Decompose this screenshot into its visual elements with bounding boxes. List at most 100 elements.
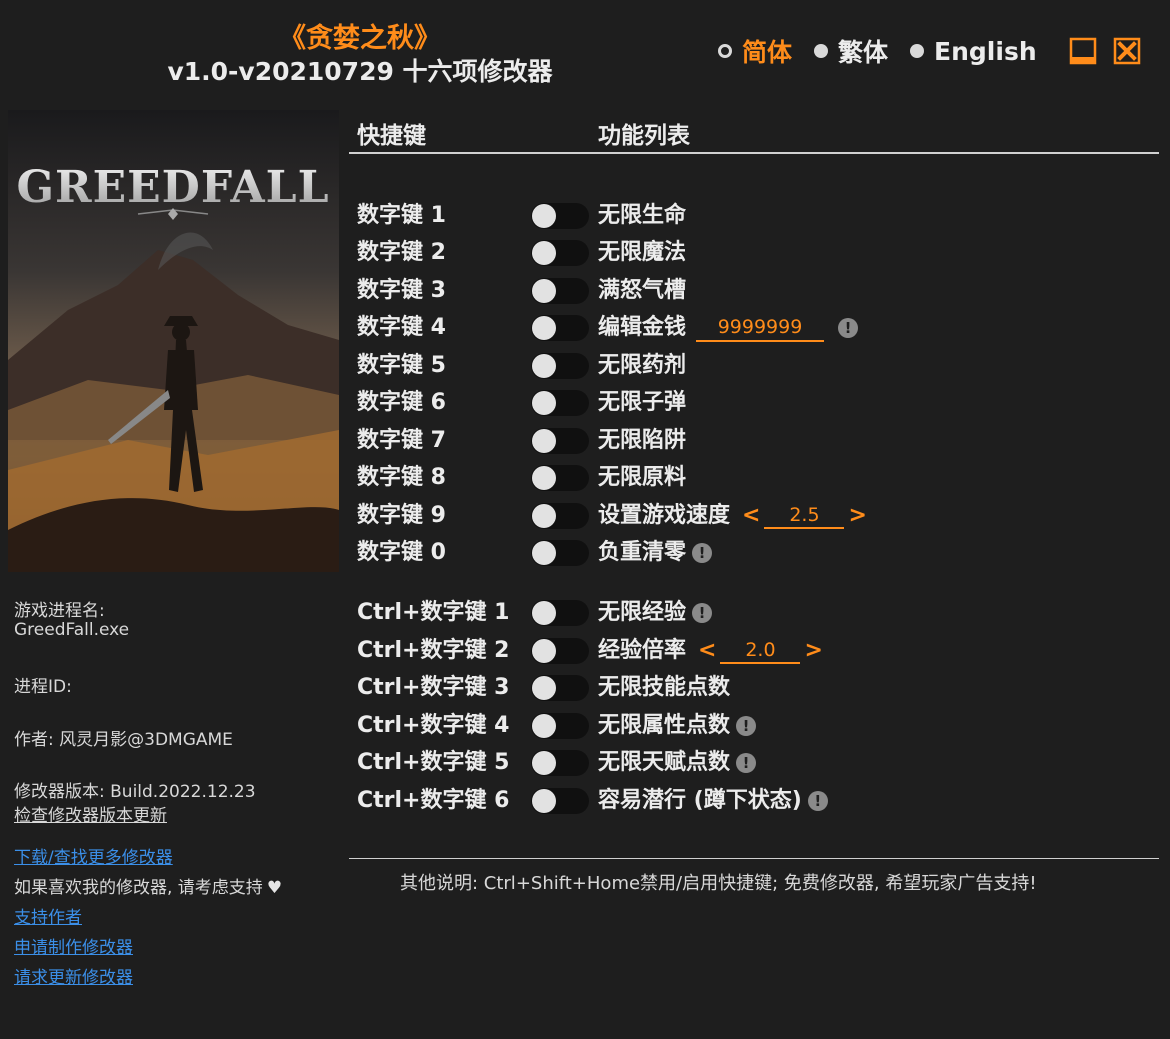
radio-icon (910, 44, 925, 58)
cheat-row: 数字键 2 无限魔法 (357, 237, 1157, 269)
cheat-toggle[interactable] (531, 278, 589, 304)
download-more-link[interactable]: 下载/查找更多修改器 (14, 843, 173, 868)
cheat-function: 无限魔法 (598, 237, 686, 269)
hotkey-label: 数字键 7 (357, 428, 446, 453)
request-trainer-link[interactable]: 申请制作修改器 (14, 933, 133, 958)
hotkey-label: 数字键 1 (357, 203, 446, 228)
toggle-knob (532, 316, 556, 340)
check-update-link[interactable]: 检查修改器版本更新 (14, 801, 167, 826)
cheat-toggle[interactable] (531, 240, 589, 266)
process-name-label: 游戏进程名: (14, 601, 105, 621)
decrease-arrow-icon[interactable]: < (738, 500, 764, 532)
info-icon[interactable]: ! (692, 603, 713, 623)
info-icon[interactable]: ! (807, 791, 828, 811)
cheat-function: 无限子弹 (598, 387, 686, 419)
game-cover-image: GREEDFALL (8, 110, 339, 572)
decrease-arrow-icon[interactable]: < (694, 635, 720, 667)
toggle-knob (532, 354, 556, 378)
stepper-value[interactable]: 2.5 (764, 503, 845, 529)
cheat-function: 经验倍率 <2.0 > (598, 635, 827, 667)
hotkey-label: 数字键 0 (357, 540, 446, 565)
money-input[interactable] (696, 314, 825, 342)
toggle-knob (532, 241, 556, 265)
info-icon[interactable]: ! (736, 716, 757, 736)
function-label: 经验倍率 (598, 638, 687, 663)
cheat-toggle[interactable] (531, 428, 589, 454)
function-label: 无限属性点数 (598, 713, 731, 738)
cheat-toggle[interactable] (531, 750, 589, 776)
cheat-toggle[interactable] (531, 675, 589, 701)
cheat-function: 无限经验! (598, 597, 713, 629)
cheat-toggle[interactable] (531, 600, 589, 626)
hotkey-label: 数字键 3 (357, 278, 446, 303)
cheat-toggle[interactable] (531, 713, 589, 739)
info-icon[interactable]: ! (736, 753, 757, 773)
heart-icon: ♥ (266, 878, 283, 898)
cheat-function: 负重清零! (598, 537, 713, 569)
cheat-toggle[interactable] (531, 788, 589, 814)
cheat-toggle[interactable] (531, 465, 589, 491)
cheat-function: 满怒气槽 (598, 275, 686, 307)
cheat-toggle[interactable] (531, 540, 589, 566)
hotkey-column-header: 快捷键 (357, 123, 426, 149)
lang-simplified[interactable]: 简体 (718, 33, 792, 69)
toggle-knob (532, 676, 556, 700)
cheat-row: Ctrl+数字键 4 无限属性点数! (357, 710, 1157, 742)
cover-logo: GREEDFALL (16, 162, 329, 213)
cheat-row: 数字键 4 编辑金钱! (357, 312, 1157, 344)
toggle-knob (532, 466, 556, 490)
cheat-toggle[interactable] (531, 503, 589, 529)
lang-label: 繁体 (838, 38, 889, 67)
game-title: 《贪婪之秋》 (279, 23, 441, 54)
hotkey-label: 数字键 8 (357, 465, 446, 490)
lang-traditional[interactable]: 繁体 (814, 33, 888, 69)
toggle-knob (532, 279, 556, 303)
header-divider (349, 152, 1159, 154)
toggle-knob (532, 541, 556, 565)
title-block: 《贪婪之秋》 v1.0-v20210729 十六项修改器 (150, 22, 570, 88)
cheat-toggle[interactable] (531, 390, 589, 416)
toggle-knob (532, 789, 556, 813)
cheat-function: 无限生命 (598, 200, 686, 232)
footer-note: 其他说明: Ctrl+Shift+Home禁用/启用快捷键; 免费修改器, 希望… (400, 873, 1037, 894)
close-button[interactable] (1112, 36, 1142, 66)
cheat-toggle[interactable] (531, 315, 589, 341)
info-icon[interactable]: ! (692, 543, 713, 563)
hotkey-label: 数字键 5 (357, 353, 446, 378)
cover-art: GREEDFALL (8, 110, 339, 572)
toggle-knob (532, 504, 556, 528)
function-label: 无限原料 (598, 465, 687, 490)
increase-arrow-icon[interactable]: > (844, 500, 870, 532)
process-name-value: GreedFall.exe (14, 620, 130, 640)
hotkey-label: 数字键 9 (357, 503, 446, 528)
toggle-knob (532, 751, 556, 775)
toggle-knob (532, 639, 556, 663)
close-icon (1113, 37, 1141, 65)
cheat-row: 数字键 9 设置游戏速度 <2.5 > (357, 500, 1157, 532)
increase-arrow-icon[interactable]: > (800, 635, 826, 667)
hotkey-label: Ctrl+数字键 4 (357, 713, 510, 738)
cheat-row: Ctrl+数字键 3 无限技能点数 (357, 672, 1157, 704)
cheat-function: 编辑金钱! (598, 312, 859, 344)
cheat-toggle[interactable] (531, 353, 589, 379)
function-label: 编辑金钱 (598, 315, 687, 340)
cheat-function: 无限属性点数! (598, 710, 757, 742)
lang-label: English (934, 36, 1037, 66)
stepper-value[interactable]: 2.0 (720, 638, 801, 664)
cheat-row: Ctrl+数字键 1 无限经验! (357, 597, 1157, 629)
request-update-link[interactable]: 请求更新修改器 (14, 963, 133, 988)
toggle-knob (532, 391, 556, 415)
lang-english[interactable]: English (910, 37, 1037, 66)
function-label: 无限魔法 (598, 240, 687, 265)
footer-divider (349, 858, 1159, 859)
cheat-function: 设置游戏速度 <2.5 > (598, 500, 871, 532)
hotkey-label: Ctrl+数字键 6 (357, 788, 510, 813)
cheat-toggle[interactable] (531, 203, 589, 229)
cheat-function: 无限原料 (598, 462, 686, 494)
cheat-function: 无限技能点数 (598, 672, 730, 704)
language-selector: 简体 繁体 English (718, 34, 1059, 68)
minimize-button[interactable] (1068, 36, 1098, 66)
cheat-toggle[interactable] (531, 638, 589, 664)
support-author-link[interactable]: 支持作者 (14, 903, 82, 928)
info-icon[interactable]: ! (838, 318, 859, 338)
